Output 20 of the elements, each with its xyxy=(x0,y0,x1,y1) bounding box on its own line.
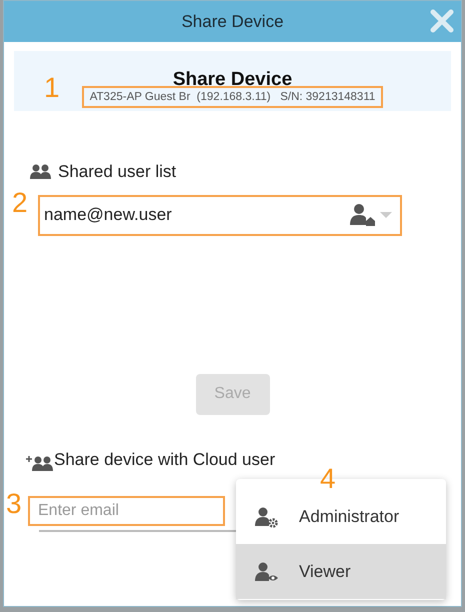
close-button[interactable] xyxy=(429,8,455,34)
window-title: Share Device xyxy=(181,10,284,33)
section-label: Shared user list xyxy=(58,161,176,183)
user-eye-icon xyxy=(255,560,279,582)
user-gear-icon xyxy=(255,506,279,528)
users-icon xyxy=(30,164,52,180)
section-label: Share device with Cloud user xyxy=(54,448,276,470)
user-home-icon xyxy=(350,203,376,227)
callout-number: 2 xyxy=(12,188,28,216)
role-menu-item[interactable]: Viewer xyxy=(236,544,446,599)
user-select[interactable]: name@new.user xyxy=(38,194,402,236)
close-icon xyxy=(430,9,454,33)
add-users-icon xyxy=(26,455,54,472)
role-menu-item[interactable]: Administrator xyxy=(236,489,446,544)
callout-number: 1 xyxy=(44,74,60,102)
caret-icon xyxy=(380,211,392,219)
select-value: name@new.user xyxy=(44,204,173,226)
callout-number: 3 xyxy=(6,490,22,518)
device-info: AT325-AP Guest Br (192.168.3.11) S/N: 39213148311 xyxy=(82,86,384,108)
email-field[interactable]: Enter email xyxy=(28,496,225,526)
